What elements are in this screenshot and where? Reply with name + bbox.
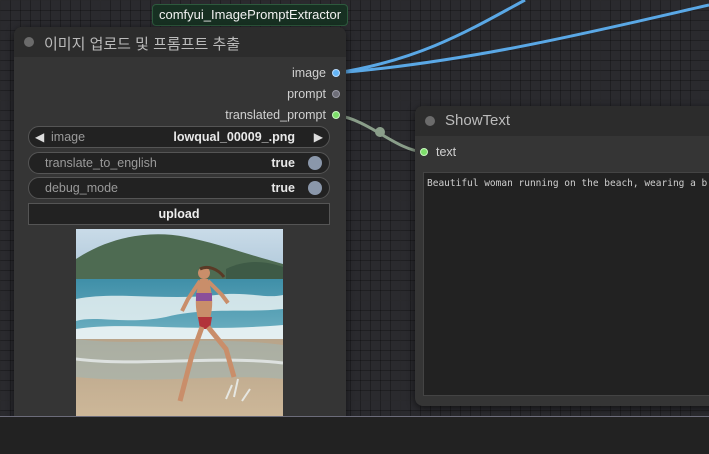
- widget-value-debug: true: [271, 181, 295, 195]
- image-slot-dot-icon[interactable]: [332, 69, 340, 77]
- node-title: 이미지 업로드 및 프롬프트 추출: [44, 36, 241, 53]
- widget-value-image: lowqual_00009_.png: [173, 130, 295, 144]
- node-title-bar[interactable]: 이미지 업로드 및 프롬프트 추출: [14, 27, 346, 57]
- widget-name-debug: debug_mode: [45, 181, 118, 195]
- widget-name-image: image: [51, 130, 86, 144]
- graph-canvas[interactable]: comfyui_ImagePromptExtractor 이미지 업로드 및 프…: [0, 0, 709, 454]
- toggle-knob-icon[interactable]: [308, 156, 322, 170]
- collapse-dot-icon[interactable]: [425, 116, 435, 126]
- toggle-knob-icon[interactable]: [308, 181, 322, 195]
- output-slot-prompt[interactable]: prompt: [287, 86, 340, 102]
- widget-value-translate: true: [271, 156, 295, 170]
- output-slot-image[interactable]: image: [292, 65, 340, 81]
- node-title: ShowText: [445, 112, 511, 129]
- upload-button[interactable]: upload: [28, 203, 330, 225]
- prompt-slot-dot-icon[interactable]: [332, 90, 340, 98]
- translated-prompt-slot-dot-icon[interactable]: [332, 111, 340, 119]
- node-type-badge: comfyui_ImagePromptExtractor: [152, 4, 349, 26]
- debug-mode-toggle[interactable]: debug_mode true: [28, 177, 330, 199]
- image-prompt-extractor-node[interactable]: 이미지 업로드 및 프롬프트 추출 image prompt translate…: [14, 27, 346, 435]
- widget-name-translate: translate_to_english: [45, 156, 157, 170]
- collapse-dot-icon[interactable]: [24, 37, 34, 47]
- output-slot-translated-prompt[interactable]: translated_prompt: [225, 107, 340, 123]
- translate-to-english-toggle[interactable]: translate_to_english true: [28, 152, 330, 174]
- node-title-bar[interactable]: ShowText: [415, 106, 709, 136]
- output-label-prompt: prompt: [287, 87, 326, 101]
- output-label-image: image: [291, 66, 326, 80]
- show-text-node[interactable]: ShowText text Beautiful woman running on…: [415, 106, 709, 406]
- text-output-area[interactable]: Beautiful woman running on the beach, we…: [423, 172, 709, 396]
- text-slot-dot-icon[interactable]: [420, 148, 428, 156]
- input-slot-text[interactable]: text: [420, 144, 456, 160]
- bottom-panel: [0, 416, 709, 454]
- image-preview: [76, 229, 283, 435]
- link-image-2[interactable]: [335, 3, 709, 75]
- output-label-translated-prompt: translated_prompt: [225, 108, 326, 122]
- combo-next-arrow-icon[interactable]: ▶: [314, 127, 323, 147]
- beach-runner-photo: [76, 229, 283, 435]
- link-midpoint-handle[interactable]: [375, 127, 385, 137]
- image-combo-widget[interactable]: ◀ image lowqual_00009_.png ▶: [28, 126, 330, 148]
- input-label-text: text: [436, 145, 457, 159]
- combo-prev-arrow-icon[interactable]: ◀: [35, 127, 44, 147]
